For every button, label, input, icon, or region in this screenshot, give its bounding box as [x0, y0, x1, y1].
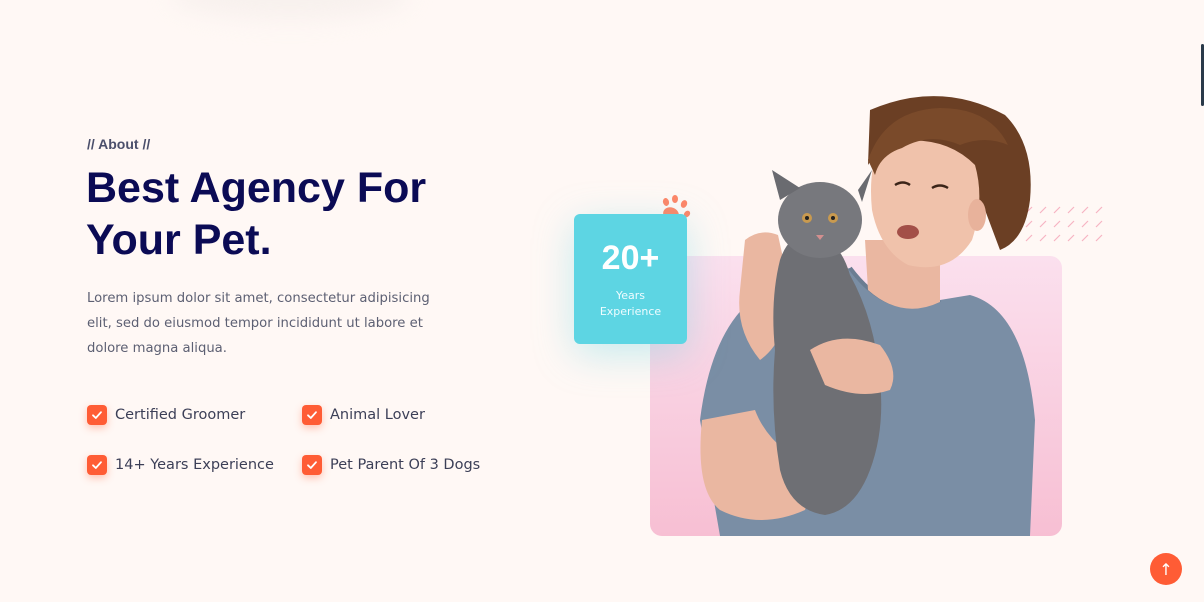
check-icon	[302, 405, 322, 425]
check-icon	[302, 455, 322, 475]
experience-label-line-2: Experience	[599, 305, 662, 318]
experience-label: Years Experience	[574, 288, 687, 320]
feature-label: Animal Lover	[330, 407, 425, 423]
decorative-glow	[170, 0, 410, 20]
title-line-2: Your Pet.	[86, 216, 272, 264]
arrow-up-icon: ↑	[1159, 559, 1173, 579]
feature-item: 14+ Years Experience	[87, 455, 274, 475]
boy-holding-kitten-image	[700, 96, 1035, 536]
section-description: Lorem ipsum dolor sit amet, consectetur …	[87, 291, 430, 356]
section-eyebrow: // About //	[87, 136, 151, 152]
check-icon	[87, 405, 107, 425]
feature-label: 14+ Years Experience	[115, 457, 274, 473]
feature-item: Animal Lover	[302, 405, 425, 425]
experience-number: 20+	[601, 239, 660, 277]
check-icon	[87, 455, 107, 475]
feature-label: Certified Groomer	[115, 407, 246, 423]
feature-label: Pet Parent Of 3 Dogs	[330, 457, 481, 473]
about-section: // About // Best Agency For Your Pet. Lo…	[0, 0, 1204, 602]
title-line-1: Best Agency For	[86, 164, 427, 212]
feature-item: Pet Parent Of 3 Dogs	[302, 455, 480, 475]
section-title: Best Agency For Your Pet.	[86, 162, 506, 266]
feature-item: Certified Groomer	[87, 405, 245, 425]
experience-card: 20+ Years Experience	[574, 214, 687, 344]
experience-label-line-1: Years	[615, 289, 646, 302]
scroll-to-top-button[interactable]: ↑	[1150, 553, 1182, 585]
